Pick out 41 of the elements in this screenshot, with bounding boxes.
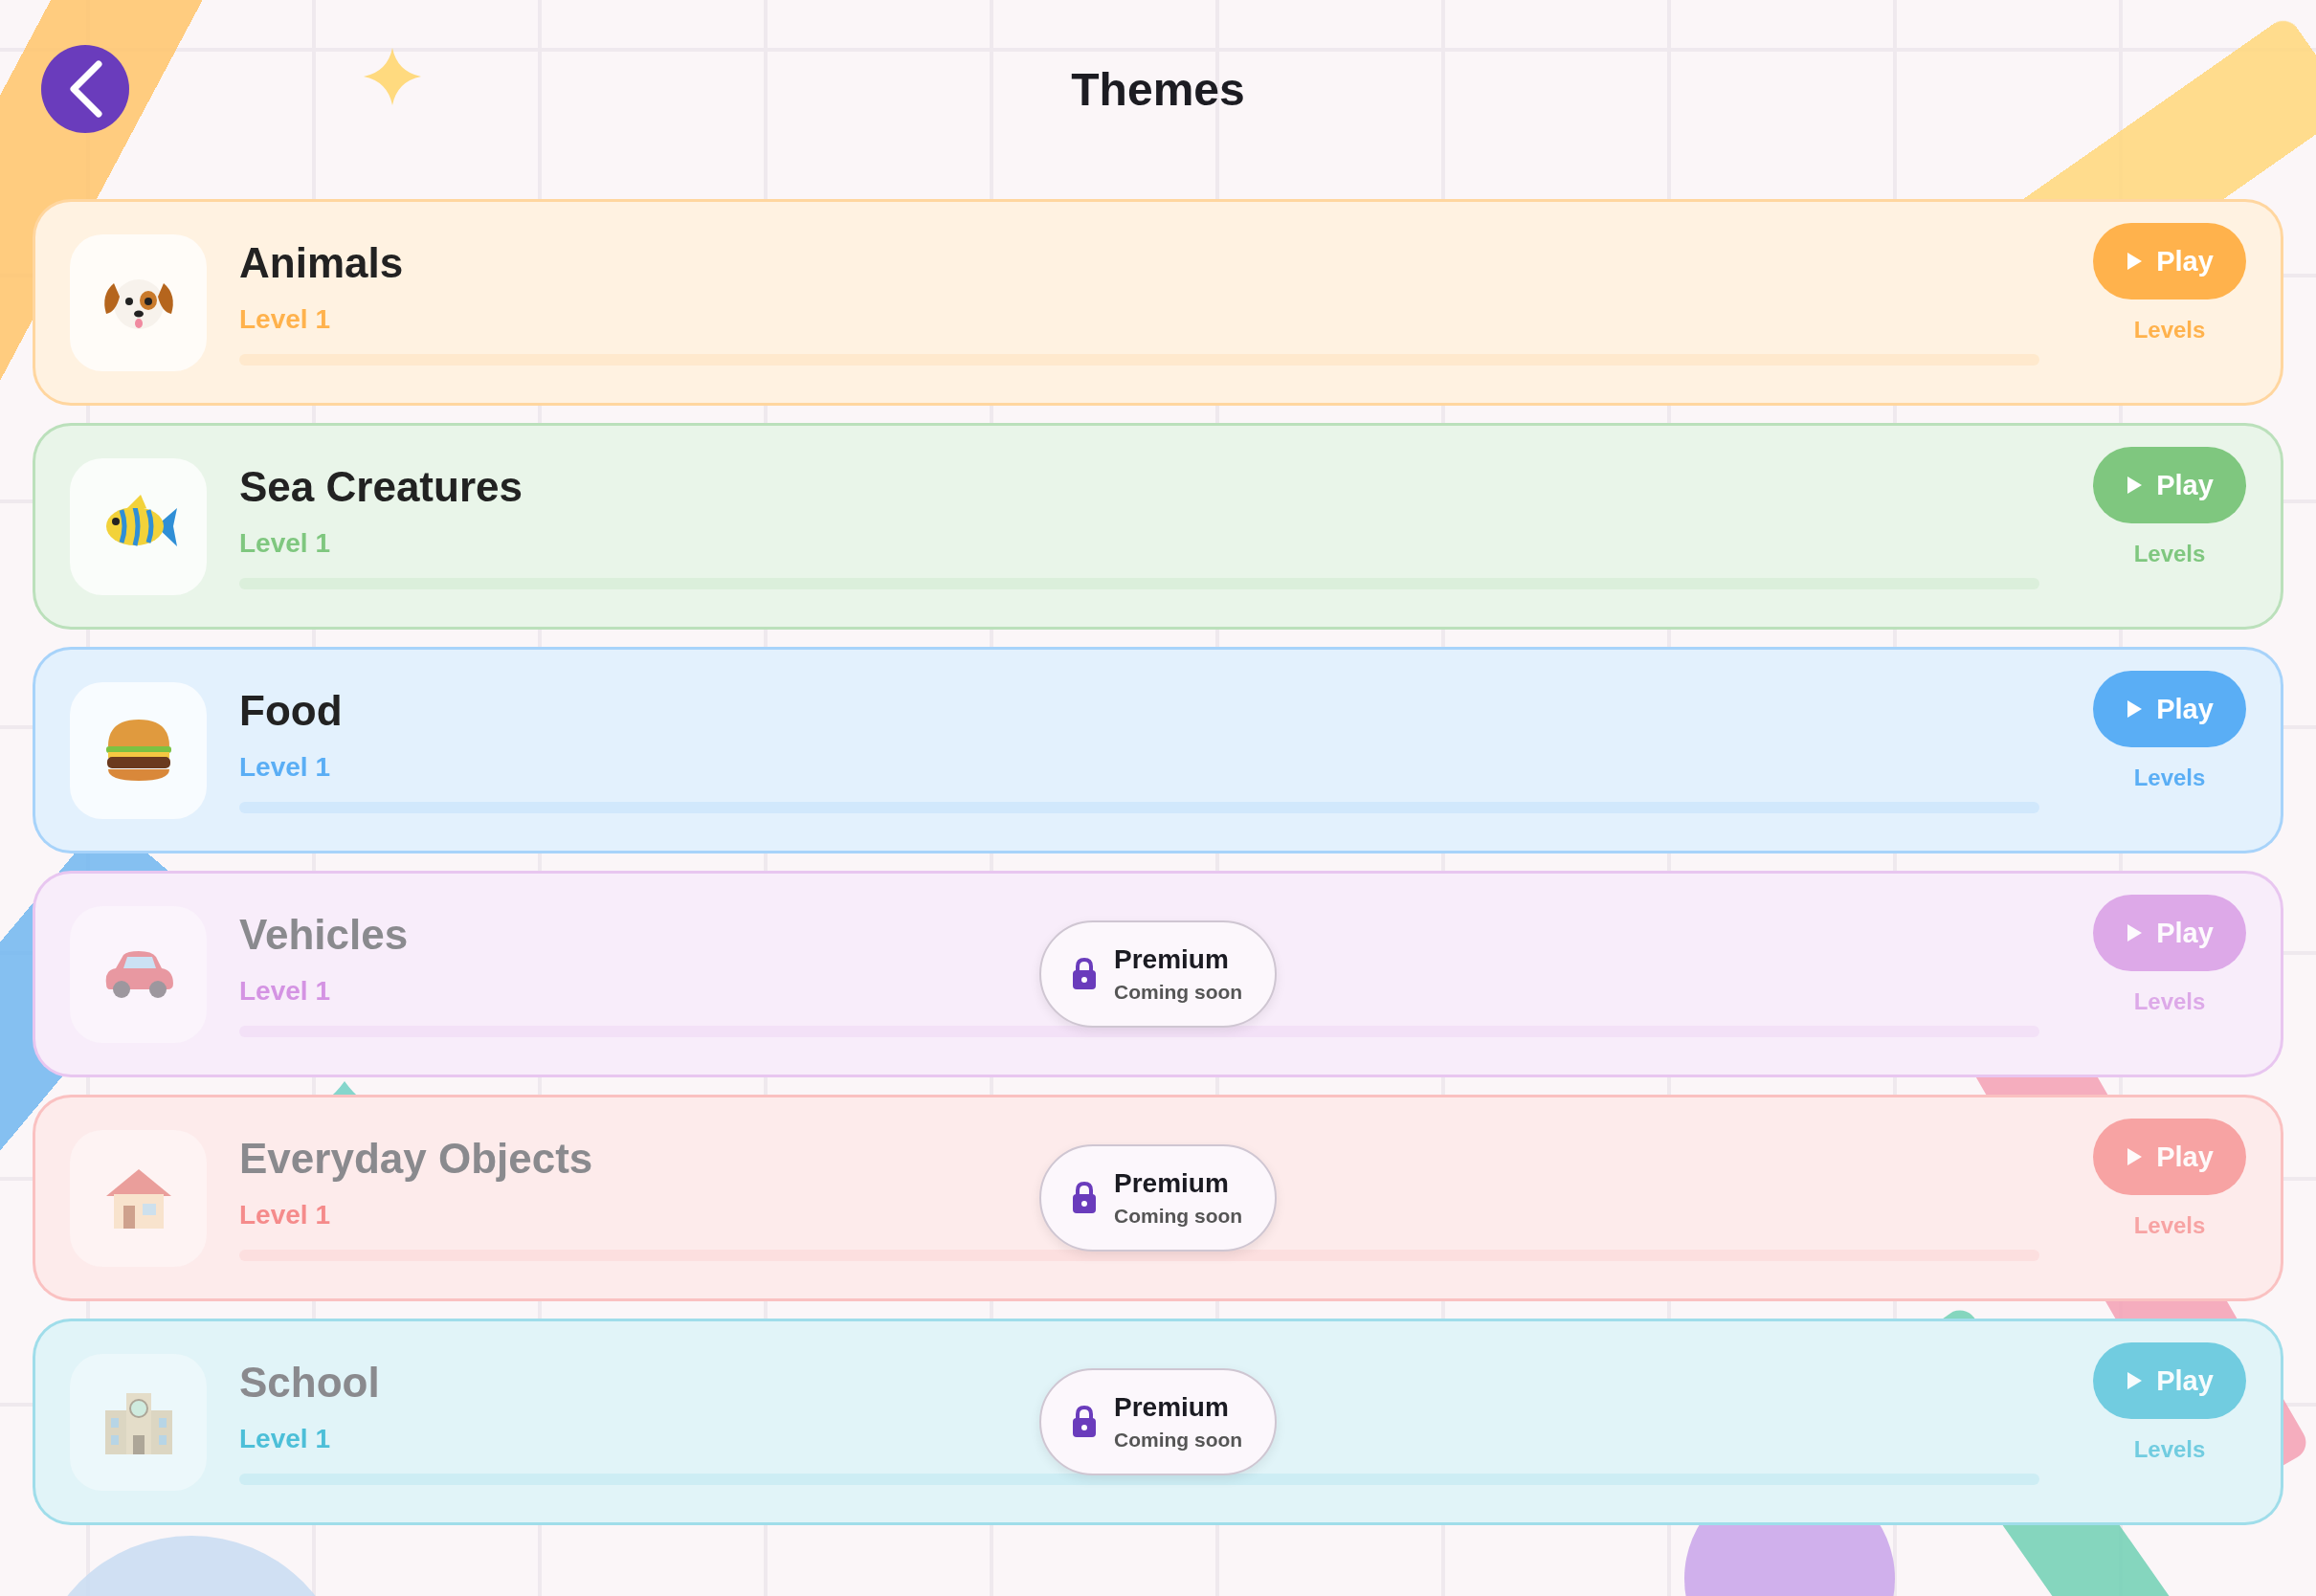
lock-icon — [1072, 958, 1097, 990]
play-icon — [2126, 923, 2144, 942]
play-icon — [2126, 699, 2144, 719]
levels-link[interactable]: Levels — [2133, 1212, 2206, 1239]
badge-subtitle: Coming soon — [1114, 1429, 1243, 1452]
badge-title: Premium — [1114, 1168, 1230, 1199]
theme-name: Food — [239, 687, 343, 735]
level-label: Level 1 — [239, 1424, 330, 1454]
badge-subtitle: Coming soon — [1114, 981, 1243, 1004]
badge-title: Premium — [1114, 944, 1230, 975]
level-label: Level 1 — [239, 1200, 330, 1230]
theme-name: Sea Creatures — [239, 463, 523, 511]
sparkle-icon — [364, 48, 421, 105]
play-icon — [2126, 252, 2144, 271]
play-icon — [2126, 1371, 2144, 1390]
theme-name: Vehicles — [239, 911, 409, 959]
play-button[interactable]: Play — [2093, 223, 2246, 299]
level-label: Level 1 — [239, 304, 330, 335]
theme-name: Animals — [239, 239, 404, 287]
theme-name: School — [239, 1359, 380, 1407]
play-icon — [2126, 476, 2144, 495]
play-button[interactable]: Play — [2093, 1342, 2246, 1419]
theme-name: Everyday Objects — [239, 1135, 593, 1183]
page-title: Themes — [1071, 63, 1245, 116]
levels-link[interactable]: Levels — [2133, 541, 2206, 567]
levels-link[interactable]: Levels — [2133, 765, 2206, 791]
play-button[interactable]: Play — [2093, 447, 2246, 523]
level-label: Level 1 — [239, 976, 330, 1007]
level-label: Level 1 — [239, 528, 330, 559]
lock-icon — [1072, 1406, 1097, 1438]
play-button[interactable]: Play — [2093, 671, 2246, 747]
levels-link[interactable]: Levels — [2133, 317, 2206, 344]
level-label: Level 1 — [239, 752, 330, 783]
levels-link[interactable]: Levels — [2133, 988, 2206, 1015]
badge-subtitle: Coming soon — [1114, 1205, 1243, 1228]
play-icon — [2126, 1147, 2144, 1166]
levels-link[interactable]: Levels — [2133, 1436, 2206, 1463]
lock-icon — [1072, 1182, 1097, 1214]
play-button[interactable]: Play — [2093, 895, 2246, 971]
badge-title: Premium — [1114, 1392, 1230, 1423]
play-button[interactable]: Play — [2093, 1119, 2246, 1195]
